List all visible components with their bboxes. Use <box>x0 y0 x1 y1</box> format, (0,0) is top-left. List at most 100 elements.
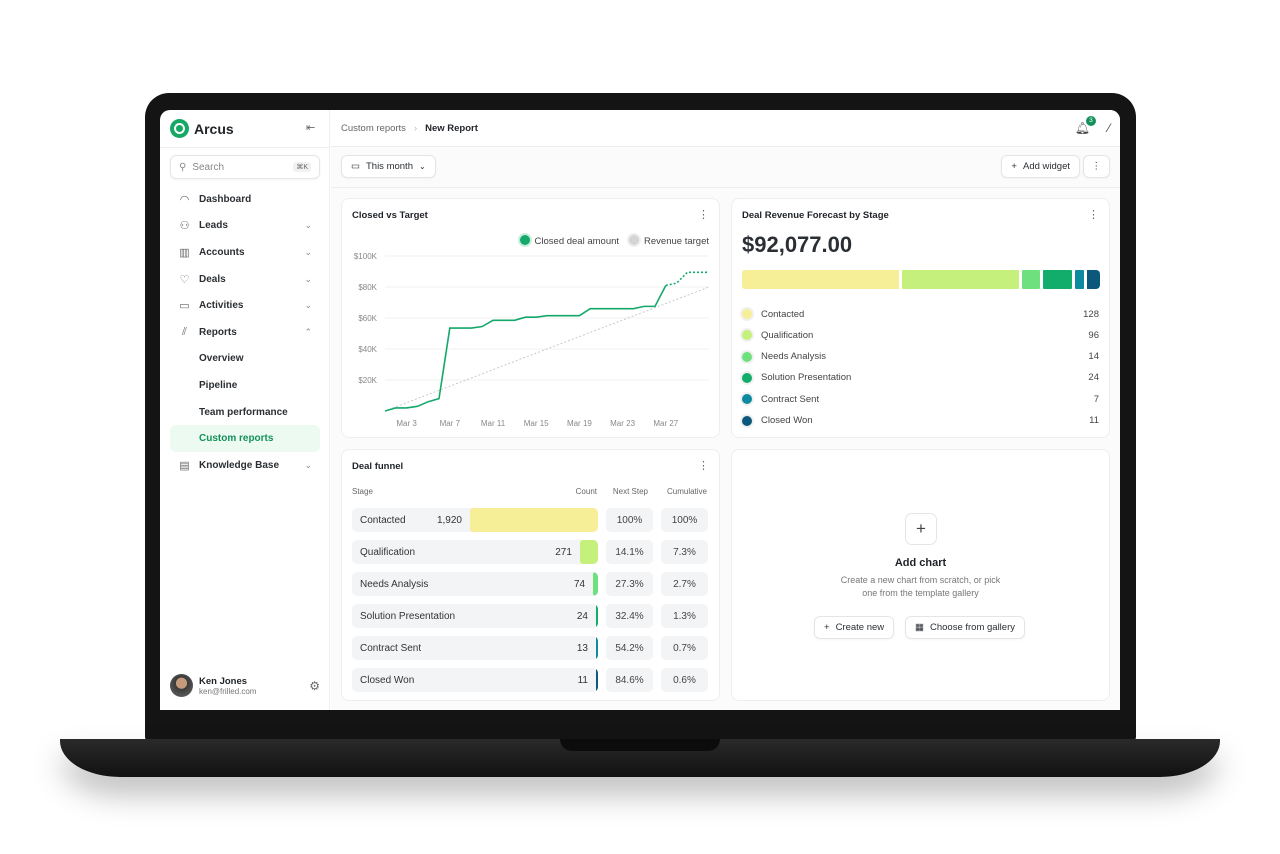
chevron-down-icon[interactable]: ⌄ <box>304 460 312 471</box>
forecast-segment-contacted[interactable] <box>742 270 899 289</box>
funnel-stage-cell: Needs Analysis 74 <box>352 572 598 596</box>
sidebar-item-custom-reports[interactable]: Custom reports <box>170 425 320 452</box>
header-cumulative: Cumulative <box>666 487 707 496</box>
stage-value: 24 <box>1088 372 1099 384</box>
chevron-down-icon[interactable]: ⌄ <box>304 300 312 311</box>
breadcrumb-custom-reports[interactable]: Custom reports <box>341 123 406 134</box>
sidebar-nav: ◠ Dashboard ⚇ Leads ⌄ ▥ Accounts ⌄ ♡ Deals ⌄ ▭ Activ… <box>170 186 320 479</box>
stage-dot-icon <box>742 415 752 426</box>
calendar-icon: ▭ <box>351 161 360 172</box>
plus-icon: + <box>1011 161 1017 172</box>
divider <box>160 147 330 148</box>
y-tick-label: $100K <box>354 252 378 261</box>
user-search-icon: ⚇ <box>179 220 190 233</box>
stage-name: Contacted <box>360 514 406 526</box>
y-tick-label: $80K <box>358 283 377 292</box>
laptop-notch <box>560 739 720 751</box>
sidebar-item-team-performance[interactable]: Team performance <box>170 399 320 426</box>
stage-value: 14 <box>1088 351 1099 363</box>
sidebar-item-overview[interactable]: Overview <box>170 346 320 373</box>
sidebar-item-leads[interactable]: ⚇ Leads ⌄ <box>170 213 320 240</box>
cumulative-pct: 7.3% <box>661 540 708 564</box>
forecast-segment-qualification[interactable] <box>901 270 1020 289</box>
x-tick-label: Mar 23 <box>610 419 635 428</box>
stage-name: Contract Sent <box>360 642 422 654</box>
create-new-label: Create new <box>835 622 885 633</box>
stage-value: 128 <box>1083 308 1099 320</box>
choose-from-gallery-button[interactable]: ▦ Choose from gallery <box>905 616 1025 639</box>
user-profile[interactable]: Ken Jones ken@frilled.com ⚙ <box>170 674 320 697</box>
arcus-logo-icon <box>170 119 189 138</box>
sidebar-item-dashboard[interactable]: ◠ Dashboard <box>170 186 320 213</box>
stage-label: Needs Analysis <box>761 351 826 363</box>
forecast-segment-needs-analysis[interactable] <box>1022 270 1040 289</box>
notification-badge: 3 <box>1085 116 1096 126</box>
revenue-forecast-card: Deal Revenue Forecast by Stage ⋮ $92,077… <box>731 198 1110 438</box>
collapse-sidebar-icon[interactable]: ⇤ <box>306 121 315 134</box>
card-title: Deal funnel <box>352 461 404 472</box>
breadcrumb-current: New Report <box>425 122 478 134</box>
sidebar-item-accounts[interactable]: ▥ Accounts ⌄ <box>170 239 320 266</box>
date-filter-dropdown[interactable]: ▭ This month ⌄ <box>341 155 436 178</box>
funnel-row: Solution Presentation 24 32.4% 1.3% <box>352 604 709 628</box>
card-title: Deal Revenue Forecast by Stage <box>742 210 889 221</box>
add-chart-plus-button[interactable]: + <box>905 513 937 545</box>
funnel-stage-cell: Qualification 271 <box>352 540 598 564</box>
gear-icon[interactable]: ⚙ <box>309 679 320 693</box>
sidebar-item-reports[interactable]: ⫽ Reports ⌃ <box>170 319 320 346</box>
forecast-segment-closed-won[interactable] <box>1086 270 1100 289</box>
stage-label: Qualification <box>761 329 814 341</box>
stage-count: 271 <box>555 546 572 558</box>
forecast-segment-solution-presentation[interactable] <box>1042 270 1072 289</box>
chart-icon: ⫽ <box>182 325 187 338</box>
x-tick-label: Mar 7 <box>440 419 461 428</box>
create-new-button[interactable]: + Create new <box>814 616 895 639</box>
avatar[interactable] <box>170 674 193 697</box>
user-name: Ken Jones <box>199 675 248 687</box>
sidebar-item-knowledge-base[interactable]: ▤ Knowledge Base ⌄ <box>170 452 320 479</box>
stage-count: 11 <box>577 674 588 686</box>
funnel-row: Qualification 271 14.1% 7.3% <box>352 540 709 564</box>
funnel-row: Needs Analysis 74 27.3% 2.7% <box>352 572 709 596</box>
stage-dot-icon <box>742 351 752 362</box>
x-tick-label: Mar 19 <box>567 419 592 428</box>
legend-row: Contacted 128 <box>742 307 1099 321</box>
search-placeholder: Search <box>192 161 225 173</box>
next-step-pct: 100% <box>606 508 653 532</box>
add-widget-label: Add widget <box>1022 161 1070 172</box>
sidebar-item-label: Pipeline <box>199 379 238 391</box>
chevron-up-icon[interactable]: ⌃ <box>304 327 312 338</box>
more-options-button[interactable]: ⋮ <box>1082 155 1110 178</box>
search-input[interactable]: ⚲ Search ⌘K <box>170 155 320 179</box>
add-widget-button[interactable]: + Add widget <box>1001 155 1080 178</box>
sidebar-item-activities[interactable]: ▭ Activities ⌄ <box>170 292 320 319</box>
sidebar-item-pipeline[interactable]: Pipeline <box>170 372 320 399</box>
app-window: Arcus ⇤ ⚲ Search ⌘K ◠ Dashboard ⚇ Leads ⌄ ▥ Acco… <box>160 110 1120 710</box>
more-icon[interactable]: ⋮ <box>698 459 709 472</box>
stage-count: 74 <box>573 578 586 590</box>
app-name: Arcus <box>194 120 234 137</box>
stage-name: Needs Analysis <box>360 578 429 590</box>
sidebar-item-label: Activities <box>199 300 244 312</box>
funnel-stage-cell: Closed Won 11 <box>352 668 598 692</box>
logo[interactable]: Arcus <box>170 119 234 138</box>
funnel-bar <box>596 636 598 660</box>
chevron-down-icon[interactable]: ⌄ <box>304 220 312 231</box>
forecast-segment-contract-sent[interactable] <box>1074 270 1084 289</box>
chevron-down-icon[interactable]: ⌄ <box>304 247 312 258</box>
sidebar-item-label: Custom reports <box>199 433 274 445</box>
add-chart-title: Add chart <box>894 557 947 569</box>
chevron-down-icon[interactable]: ⌄ <box>304 274 312 285</box>
stage-count: 1,920 <box>436 514 462 526</box>
more-icon[interactable]: ⋮ <box>1088 208 1099 221</box>
header-count: Count <box>575 487 597 496</box>
cumulative-pct: 0.7% <box>661 636 708 660</box>
stage-dot-icon <box>742 394 752 405</box>
stage-value: 7 <box>1093 393 1099 405</box>
y-tick-label: $40K <box>358 345 377 354</box>
notifications-button[interactable]: 🔔︎ 3 <box>1075 116 1096 135</box>
sidebar-item-label: Reports <box>199 326 237 338</box>
magic-wand-icon[interactable]: ⁄ <box>1108 121 1110 135</box>
calendar-icon: ▭ <box>179 300 190 313</box>
sidebar-item-deals[interactable]: ♡ Deals ⌄ <box>170 266 320 293</box>
